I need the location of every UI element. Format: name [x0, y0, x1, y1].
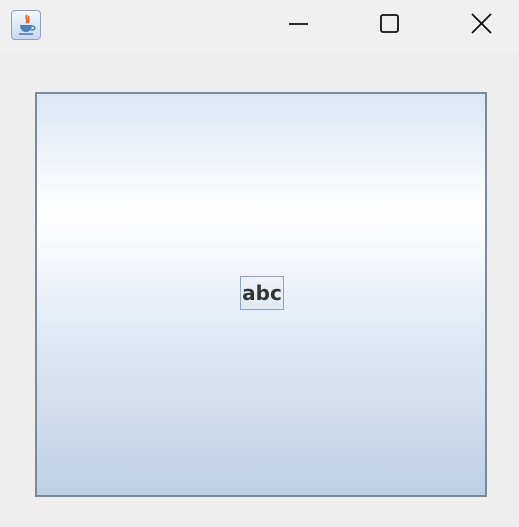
- maximize-icon: [380, 14, 399, 33]
- gradient-panel: abc: [35, 92, 487, 497]
- abc-button[interactable]: abc: [240, 276, 284, 310]
- java-cup-icon[interactable]: [11, 10, 41, 40]
- minimize-button[interactable]: [275, 0, 321, 46]
- close-button[interactable]: [458, 0, 504, 46]
- minimize-icon: [289, 23, 308, 25]
- close-icon: [471, 13, 492, 34]
- maximize-button[interactable]: [366, 0, 412, 46]
- title-bar: [0, 0, 519, 52]
- content-pane: abc: [0, 52, 519, 527]
